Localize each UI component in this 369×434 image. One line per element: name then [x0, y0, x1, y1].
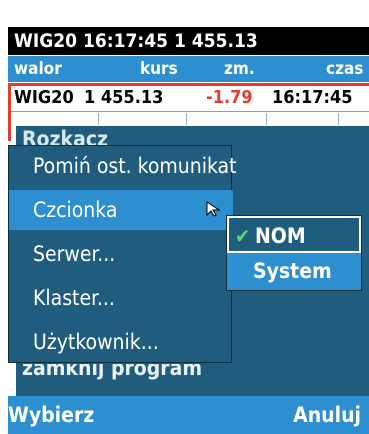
submenu-item-system[interactable]: System [227, 253, 361, 290]
submenu-item-nom-label: NOM [255, 224, 306, 248]
column-walor: walor [14, 59, 62, 79]
row-selection-marker [8, 83, 11, 141]
status-text: WIG20 16:17:45 1 455.13 [14, 30, 258, 52]
check-icon: ✔ [235, 224, 251, 248]
menu-item-server[interactable]: Serwer... [9, 234, 233, 274]
column-kurs: kurs [140, 59, 178, 79]
column-zm: zm. [224, 59, 255, 79]
quote-time: 16:17:45 [272, 87, 353, 108]
menu-item-close-program-partial[interactable]: zamknij program [22, 364, 322, 382]
quote-price: 1 455.13 [84, 87, 164, 108]
menu-item-user[interactable]: Użytkownik... [9, 322, 233, 362]
menu-item-cluster[interactable]: Klaster... [9, 278, 233, 318]
grid-divider [338, 113, 339, 125]
column-header: walor kurs zm. czas [8, 56, 369, 82]
grid-divider [266, 113, 267, 125]
menu-item-rozkacz-partial[interactable]: Rozkacz [22, 124, 242, 146]
submenu-item-nom[interactable]: ✔ NOM [227, 216, 361, 253]
submenu-item-system-label: System [253, 259, 332, 283]
phone-screen: WIG20 16:17:45 1 455.13 walor kurs zm. c… [8, 0, 369, 434]
quote-row[interactable]: WIG20 1 455.13 -1.79 16:17:45 [8, 83, 369, 112]
options-menu: Pomiń ost. komunikat Czcionka Serwer... … [8, 145, 237, 363]
softkey-bar: Wybierz Anuluj [8, 396, 369, 434]
column-czas: czas [326, 59, 364, 79]
quote-change: -1.79 [206, 87, 253, 108]
submenu-arrow-icon [206, 201, 221, 217]
softkey-select[interactable]: Wybierz [8, 396, 94, 434]
menu-item-skip-last-message[interactable]: Pomiń ost. komunikat [9, 146, 237, 186]
status-bar: WIG20 16:17:45 1 455.13 [8, 27, 369, 55]
quote-symbol: WIG20 [14, 87, 74, 108]
font-submenu: ✔ NOM System [226, 215, 362, 291]
softkey-cancel[interactable]: Anuluj [293, 396, 361, 434]
menu-item-font[interactable]: Czcionka [9, 190, 233, 230]
